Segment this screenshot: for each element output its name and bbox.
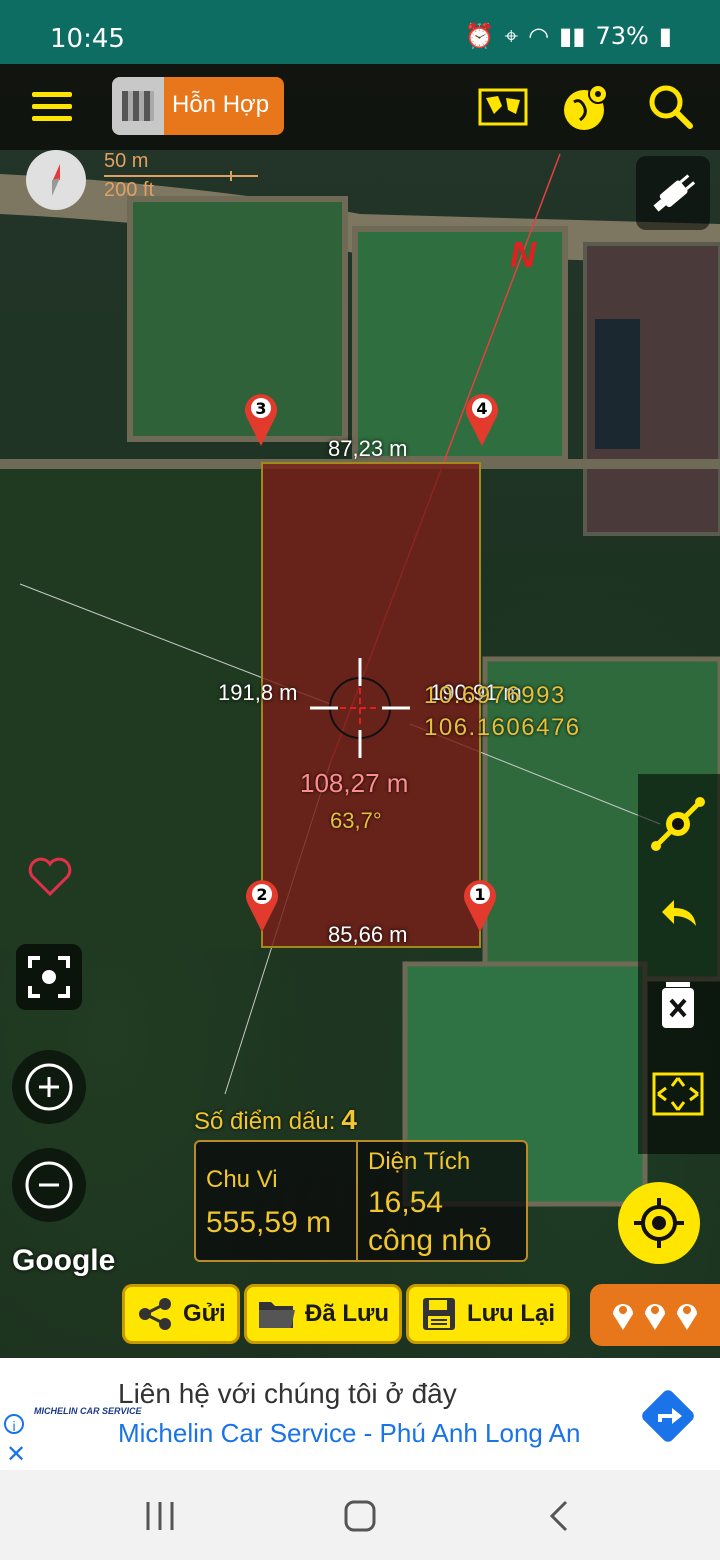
top-toolbar: Hỗn Hợp bbox=[0, 64, 720, 150]
share-icon bbox=[139, 1298, 171, 1330]
map-type-thumbnail bbox=[112, 77, 164, 135]
google-logo: Google bbox=[12, 1244, 116, 1277]
saved-button[interactable]: Đã Lưu bbox=[244, 1284, 402, 1344]
ad-close-icon[interactable]: ✕ bbox=[6, 1440, 26, 1469]
save-button[interactable]: Lưu Lại bbox=[406, 1284, 570, 1344]
delete-icon[interactable] bbox=[648, 974, 708, 1034]
wifi-icon: ◠ bbox=[528, 22, 550, 50]
marker-1-label: 1 bbox=[474, 885, 485, 904]
signal-icon: ▮▮ bbox=[559, 22, 586, 50]
map-type-label: Hỗn Hợp bbox=[172, 91, 270, 118]
fit-bounds-icon[interactable] bbox=[16, 944, 82, 1010]
marker-3-label: 3 bbox=[255, 399, 266, 418]
menu-icon[interactable] bbox=[32, 92, 72, 122]
area-unit: công nhỏ bbox=[368, 1224, 492, 1257]
marker-1[interactable]: 1 bbox=[460, 874, 500, 934]
center-angle: 63,7° bbox=[330, 808, 382, 833]
map-view[interactable]: Hỗn Hợp 50 m 200 ft N 3 4 2 1 87,23 m 85… bbox=[0, 64, 720, 1358]
save-label: Lưu Lại bbox=[467, 1300, 556, 1327]
status-time: 10:45 bbox=[50, 24, 125, 54]
north-indicator: N bbox=[510, 234, 536, 275]
perimeter-value: 555,59 m bbox=[206, 1206, 332, 1239]
ad-info-icon[interactable]: i bbox=[4, 1414, 24, 1434]
draw-line-icon[interactable] bbox=[648, 794, 708, 854]
ad-banner[interactable]: MICHELIN CAR SERVICE i ✕ Liên hệ với chú… bbox=[0, 1358, 720, 1470]
center-distance: 108,27 m bbox=[300, 768, 409, 798]
point-count-label: Số điểm dấu: bbox=[194, 1108, 336, 1135]
marker-3[interactable]: 3 bbox=[241, 388, 281, 448]
zoom-out-button[interactable] bbox=[12, 1148, 86, 1222]
globe-pin-icon[interactable] bbox=[560, 80, 614, 134]
markers-menu-button[interactable] bbox=[590, 1284, 720, 1346]
crosshair-icon bbox=[310, 658, 410, 758]
coord-lon: 106.1606476 bbox=[424, 714, 581, 741]
point-count-value: 4 bbox=[341, 1104, 357, 1135]
saved-label: Đã Lưu bbox=[305, 1300, 390, 1327]
perimeter-label: Chu Vi bbox=[206, 1166, 278, 1193]
zoom-in-button[interactable] bbox=[12, 1050, 86, 1124]
pin-icon bbox=[677, 1304, 697, 1330]
world-map-icon[interactable] bbox=[476, 80, 530, 134]
pin-icon bbox=[613, 1304, 633, 1330]
connect-plug-icon[interactable] bbox=[636, 156, 710, 230]
search-icon[interactable] bbox=[644, 80, 698, 134]
undo-icon[interactable] bbox=[648, 882, 708, 942]
send-label: Gửi bbox=[183, 1300, 226, 1327]
marker-2[interactable]: 2 bbox=[242, 874, 282, 934]
folder-icon bbox=[259, 1302, 295, 1328]
back-icon[interactable] bbox=[538, 1496, 582, 1536]
scale-line bbox=[104, 171, 258, 181]
floppy-disk-icon bbox=[423, 1298, 455, 1330]
scale-bar: 50 m 200 ft bbox=[104, 150, 258, 202]
scale-metric: 50 m bbox=[104, 150, 149, 172]
send-button[interactable]: Gửi bbox=[122, 1284, 240, 1344]
status-icons: ⏰ ⌖ ◠ ▮▮ 73% ▮ bbox=[465, 22, 672, 50]
expand-icon[interactable] bbox=[648, 1064, 708, 1124]
marker-4[interactable]: 4 bbox=[462, 388, 502, 448]
stats-divider bbox=[356, 1142, 358, 1260]
alarm-icon: ⏰ bbox=[464, 22, 495, 50]
area-value: 16,54 bbox=[368, 1186, 444, 1219]
measurement-panel: Chu Vi 555,59 m Diện Tích 16,54 công nhỏ bbox=[194, 1140, 528, 1262]
location-icon: ⌖ bbox=[504, 22, 519, 50]
coord-lat: 10.6976993 bbox=[424, 682, 566, 709]
recent-apps-icon[interactable] bbox=[138, 1496, 182, 1536]
marker-4-label: 4 bbox=[476, 399, 487, 418]
pin-icon bbox=[645, 1304, 665, 1330]
ad-go-icon[interactable] bbox=[636, 1384, 700, 1448]
favorite-heart-icon[interactable] bbox=[24, 850, 76, 902]
status-bar: 10:45 ⏰ ⌖ ◠ ▮▮ 73% ▮ bbox=[0, 0, 720, 64]
point-count: Số điểm dấu: 4 bbox=[194, 1104, 357, 1136]
battery-icon: ▮ bbox=[658, 22, 672, 50]
battery-text: 73% bbox=[595, 22, 649, 50]
edge-label-top: 87,23 m bbox=[328, 436, 408, 461]
area-label: Diện Tích bbox=[368, 1148, 471, 1175]
ad-subtitle: Michelin Car Service - Phú Anh Long An bbox=[118, 1418, 581, 1448]
my-location-button[interactable] bbox=[618, 1182, 700, 1264]
ad-title: Liên hệ với chúng tôi ở đây bbox=[118, 1378, 457, 1409]
compass-icon[interactable] bbox=[26, 150, 86, 210]
right-tool-panel bbox=[638, 774, 720, 1154]
system-nav-bar bbox=[0, 1470, 720, 1560]
marker-2-label: 2 bbox=[256, 885, 267, 904]
edge-label-bottom: 85,66 m bbox=[328, 922, 408, 947]
map-type-button[interactable]: Hỗn Hợp bbox=[112, 77, 284, 135]
scale-imperial: 200 ft bbox=[104, 179, 155, 201]
edge-label-left: 191,8 m bbox=[218, 680, 298, 705]
home-icon[interactable] bbox=[338, 1496, 382, 1536]
